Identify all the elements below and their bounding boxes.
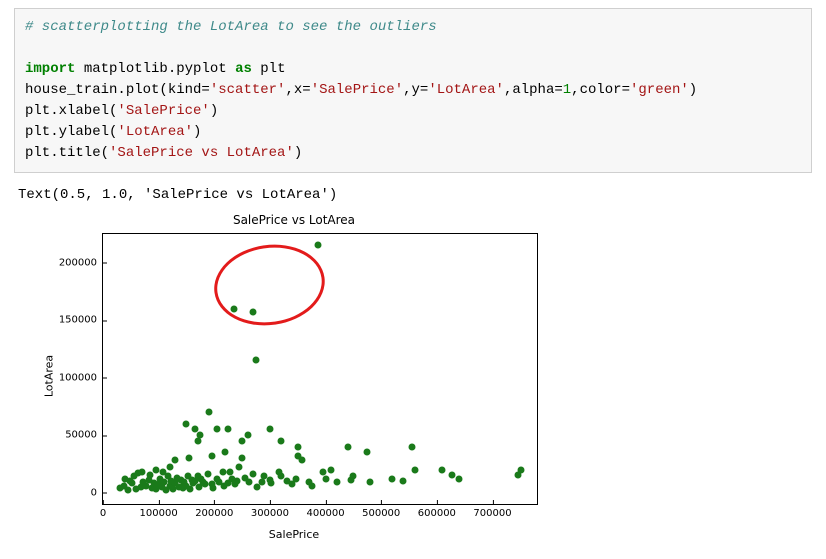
data-point bbox=[344, 443, 351, 450]
code-comment: # scatterplotting the LotArea to see the… bbox=[25, 19, 437, 35]
data-point bbox=[367, 479, 374, 486]
data-point bbox=[518, 466, 525, 473]
data-point bbox=[186, 455, 193, 462]
data-point bbox=[245, 479, 252, 486]
data-point bbox=[266, 426, 273, 433]
data-point bbox=[322, 475, 329, 482]
data-point bbox=[309, 482, 316, 489]
x-tick: 600000 bbox=[418, 504, 456, 519]
data-point bbox=[204, 471, 211, 478]
data-point bbox=[239, 455, 246, 462]
data-point bbox=[448, 472, 455, 479]
data-point bbox=[197, 432, 204, 439]
data-point bbox=[261, 473, 268, 480]
data-point bbox=[202, 481, 209, 488]
data-point bbox=[160, 468, 167, 475]
data-point bbox=[222, 449, 229, 456]
x-tick: 100000 bbox=[140, 504, 178, 519]
data-point bbox=[250, 471, 257, 478]
x-axis-label: SalePrice bbox=[34, 528, 554, 541]
plot-area: 0500001000001500002000000100000200000300… bbox=[102, 233, 538, 505]
x-tick: 200000 bbox=[195, 504, 233, 519]
data-point bbox=[283, 478, 290, 485]
data-point bbox=[210, 484, 217, 491]
data-point bbox=[268, 480, 275, 487]
x-tick: 500000 bbox=[362, 504, 400, 519]
y-tick: 100000 bbox=[59, 372, 103, 383]
data-point bbox=[214, 426, 221, 433]
x-tick: 700000 bbox=[473, 504, 511, 519]
chart-title: SalePrice vs LotArea bbox=[34, 213, 554, 227]
data-point bbox=[244, 432, 251, 439]
y-tick: 200000 bbox=[59, 257, 103, 268]
data-point bbox=[278, 437, 285, 444]
data-point bbox=[239, 437, 246, 444]
data-point bbox=[125, 487, 132, 494]
data-point bbox=[135, 469, 142, 476]
data-point bbox=[225, 426, 232, 433]
data-point bbox=[236, 464, 243, 471]
data-point bbox=[439, 466, 446, 473]
data-point bbox=[219, 468, 226, 475]
data-point bbox=[350, 473, 357, 480]
y-tick: 0 bbox=[91, 487, 103, 498]
y-tick: 50000 bbox=[65, 430, 103, 441]
data-point bbox=[333, 479, 340, 486]
data-point bbox=[205, 409, 212, 416]
data-point bbox=[166, 464, 173, 471]
data-point bbox=[253, 483, 260, 490]
data-point bbox=[294, 452, 301, 459]
kw-import: import bbox=[25, 61, 75, 77]
x-tick: 0 bbox=[100, 504, 106, 519]
data-point bbox=[232, 481, 239, 488]
data-point bbox=[147, 472, 154, 479]
data-point bbox=[400, 478, 407, 485]
code-cell: # scatterplotting the LotArea to see the… bbox=[14, 8, 812, 173]
data-point bbox=[183, 420, 190, 427]
data-point bbox=[185, 473, 192, 480]
y-tick: 150000 bbox=[59, 315, 103, 326]
outlier-annotation bbox=[209, 238, 330, 333]
data-point bbox=[253, 357, 260, 364]
data-point bbox=[411, 466, 418, 473]
data-point bbox=[275, 468, 282, 475]
data-point bbox=[456, 475, 463, 482]
data-point bbox=[122, 475, 129, 482]
data-point bbox=[315, 242, 322, 249]
output-text: Text(0.5, 1.0, 'SalePrice vs LotArea') bbox=[14, 187, 812, 203]
data-point bbox=[408, 443, 415, 450]
data-point bbox=[172, 457, 179, 464]
y-axis-label: LotArea bbox=[43, 355, 56, 397]
x-tick: 400000 bbox=[306, 504, 344, 519]
data-point bbox=[364, 449, 371, 456]
scatter-chart: SalePrice vs LotArea LotArea SalePrice 0… bbox=[34, 211, 554, 541]
data-point bbox=[328, 466, 335, 473]
data-point bbox=[294, 443, 301, 450]
data-point bbox=[389, 475, 396, 482]
data-point bbox=[292, 475, 299, 482]
x-tick: 300000 bbox=[251, 504, 289, 519]
data-point bbox=[221, 482, 228, 489]
data-point bbox=[152, 466, 159, 473]
data-point bbox=[208, 452, 215, 459]
